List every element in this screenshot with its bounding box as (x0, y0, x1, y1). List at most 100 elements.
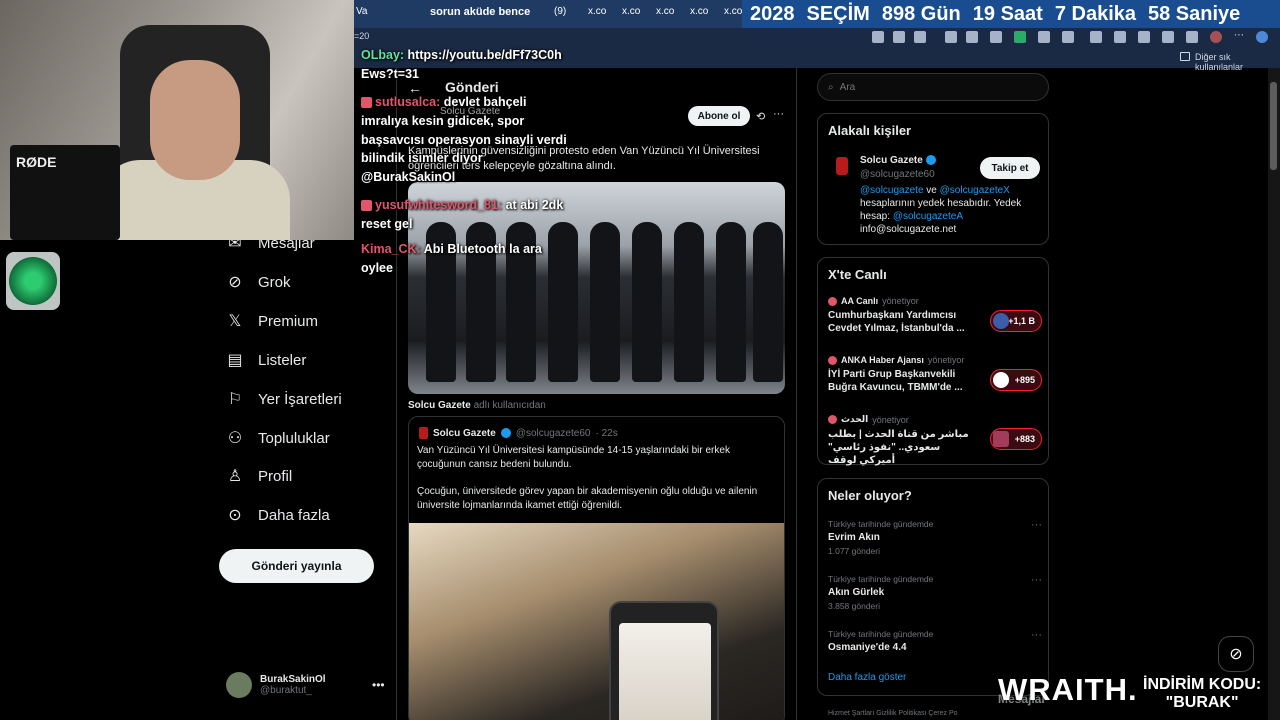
quoted-post-text: Van Yüzüncü Yıl Üniversitesi kampüsünde … (417, 445, 730, 470)
chat-line: bilindik isimler diyor (361, 151, 483, 165)
extension-icon[interactable] (1014, 31, 1026, 43)
quoted-post-image[interactable] (409, 523, 784, 720)
browser-tab[interactable]: x.co (656, 6, 674, 22)
countdown-year: 2028 (750, 2, 795, 25)
nav-profile[interactable]: ♙ Profil (226, 467, 292, 486)
follow-button[interactable]: Takip et (980, 157, 1040, 179)
account-handle: @buraktut_ (260, 685, 312, 696)
nav-more[interactable]: ⊙ Daha fazla (226, 506, 329, 525)
solcu-logo-icon[interactable] (836, 157, 848, 175)
browser-tab[interactable]: (9) (554, 6, 566, 22)
nav-label: Grok (258, 273, 291, 291)
trend-item[interactable]: Türkiye tarihinde gündemde Akın Gürlek 3… (828, 574, 1042, 611)
subscribe-button[interactable]: Abone ol (688, 106, 750, 126)
grok-explain-icon[interactable]: ⟲ (756, 110, 765, 123)
collections-icon[interactable] (1138, 31, 1150, 43)
nav-label: Topluluklar (258, 429, 330, 447)
chat-line: başsavcısı operasyon sinayli verdi (361, 133, 567, 147)
favorites-icon[interactable] (1114, 31, 1126, 43)
chat-line: imralıya kesin gidicek, spor (361, 114, 525, 128)
chat-line: reset gel (361, 217, 413, 231)
browser-tab[interactable]: x.co (588, 6, 606, 22)
live-on-x-card: X'te Canlı AA Canlı yönetiyor Cumhurbaşka… (817, 257, 1049, 467)
live-item[interactable]: ANKA Haber Ajansı yönetiyor İYİ Parti Gru… (828, 355, 1042, 394)
nav-lists[interactable]: ▤ Listeler (226, 351, 306, 370)
grok-fab-icon[interactable]: ⊘ (1218, 636, 1254, 672)
solcu-logo-icon (419, 427, 428, 439)
search-icon: ⌕ (828, 81, 834, 93)
performance-icon[interactable] (1162, 31, 1174, 43)
bookmark-icon: ⚐ (227, 391, 243, 408)
related-handle: @solcugazete60 (860, 169, 935, 180)
sponsor-logo: WRAITH. (998, 672, 1138, 707)
trends-card: Neler oluyor? Türkiye tarihinde gündemde… (817, 478, 1049, 696)
countdown-hours: 19 Saat (972, 2, 1043, 25)
extension-icon[interactable] (1038, 31, 1050, 43)
quoted-author-name[interactable]: Solcu Gazete (433, 428, 496, 439)
countdown-event: SEÇİM (806, 2, 870, 25)
browser-tab[interactable]: x.co (724, 6, 742, 22)
more-icon[interactable]: ··· (773, 108, 784, 120)
extension-icon[interactable] (966, 31, 978, 43)
more-circle-icon: ⊙ (228, 507, 242, 524)
menu-icon[interactable]: ⋯ (1234, 31, 1246, 43)
post-button[interactable]: Gönderi yayınla (219, 549, 374, 583)
chat-line: Kima_CK: Abi Bluetooth la ara (361, 242, 542, 256)
footer-links[interactable]: Hizmet Şartları Gizlilik Politikası Çere… (828, 710, 958, 717)
split-screen-icon[interactable] (1090, 31, 1102, 43)
browser-tab[interactable]: x.co (622, 6, 640, 22)
countdown-minutes: 7 Dakika (1054, 2, 1136, 25)
account-switcher[interactable]: BurakSakinOl @buraktut_ (226, 672, 326, 698)
account-name: BurakSakinOl (260, 674, 326, 685)
browser-tab[interactable]: Va (356, 6, 368, 22)
source-avatar (828, 355, 837, 365)
chat-line: sutlusalca: devlet bahçeli (361, 95, 526, 109)
trend-item[interactable]: Türkiye tarihinde gündemde Osmaniye'de 4… (828, 629, 1042, 653)
post-image[interactable] (408, 182, 785, 394)
live-listeners-pill: +883 (990, 428, 1042, 450)
quote-attribution-name[interactable]: Solcu Gazete (408, 400, 471, 411)
avatar (226, 672, 252, 698)
extension-icon[interactable] (1062, 31, 1074, 43)
column-divider (396, 68, 397, 720)
quoted-post[interactable]: Solcu Gazete @solcugazete60 · 22s Van Yü… (408, 416, 785, 720)
account-more-icon[interactable]: ••• (372, 678, 385, 692)
related-name[interactable]: Solcu Gazete (860, 155, 936, 166)
extension-icon[interactable] (990, 31, 1002, 43)
chat-line: yusufwhitesword_81: at abi 2dk (361, 198, 563, 212)
live-item[interactable]: AA Canlı yönetiyor Cumhurbaşkanı Yardımcı… (828, 296, 1042, 335)
webcam-feed: RØDE (0, 0, 354, 240)
person-icon: ♙ (227, 468, 243, 485)
copilot-icon[interactable] (1256, 31, 1268, 43)
browser-tab[interactable]: x.co (690, 6, 708, 22)
countdown-days: 898 Gün (881, 2, 961, 25)
scrollbar-thumb[interactable] (1270, 82, 1277, 170)
card-title: X'te Canlı (828, 267, 887, 282)
quoted-author-handle[interactable]: @solcugazete60 (516, 428, 591, 439)
quote-attribution-suffix: adlı kullanıcıdan (473, 400, 546, 411)
search-input[interactable]: ⌕ Ara (817, 73, 1049, 101)
card-title: Alakalı kişiler (828, 123, 912, 138)
favorite-icon[interactable] (914, 31, 926, 43)
apps-icon[interactable] (872, 31, 884, 43)
quote-attribution: Solcu Gazete adlı kullanıcıdan (408, 400, 546, 411)
nav-premium[interactable]: 𝕏 Premium (226, 312, 319, 331)
address-bar[interactable]: =20 (354, 31, 369, 41)
trend-item[interactable]: Türkiye tarihinde gündemde Evrim Akın 1.… (828, 519, 1042, 556)
nav-bookmarks[interactable]: ⚐ Yer İşaretleri (226, 390, 342, 409)
read-aloud-icon[interactable] (893, 31, 905, 43)
nav-label: Premium (258, 312, 319, 330)
nav-grok[interactable]: ⊘ Grok (226, 273, 291, 292)
extension-icon[interactable] (945, 31, 957, 43)
browser-tab-active[interactable]: sorun aküde bence (430, 6, 530, 22)
chat-line: @BurakSakinOl (361, 170, 456, 184)
downloads-icon[interactable] (1186, 31, 1198, 43)
search-placeholder: Ara (839, 81, 856, 93)
verified-icon (500, 428, 511, 438)
show-more-link[interactable]: Daha fazla göster (828, 672, 906, 683)
live-item[interactable]: الحدث yönetiyor مباشر من قناة الحدث | بطل… (828, 414, 1042, 467)
list-icon: ▤ (227, 352, 243, 369)
nav-communities[interactable]: ⚇ Topluluklar (226, 429, 330, 448)
back-arrow-icon[interactable]: ← (408, 80, 422, 96)
profile-icon[interactable] (1210, 31, 1222, 43)
